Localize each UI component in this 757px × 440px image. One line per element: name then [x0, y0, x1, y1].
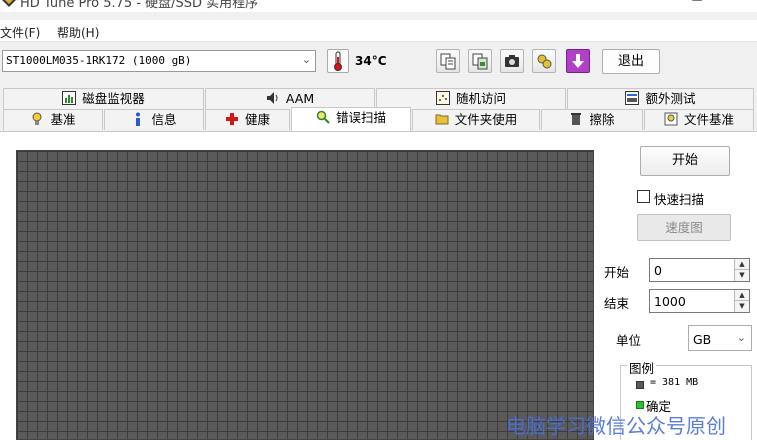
- copy-screenshot-icon[interactable]: [468, 49, 492, 73]
- tab-label: 错误扫描: [335, 110, 386, 125]
- tab-label: 文件夹使用: [454, 112, 518, 127]
- legend-title: 图例: [627, 358, 657, 377]
- drive-select-value: ST1000LM035-1RK172 (1000 gB): [6, 54, 192, 67]
- watermark-text: 电脑学习微信公众号原创: [506, 414, 726, 438]
- unit-label: 单位: [616, 333, 642, 348]
- thermometer-icon[interactable]: [327, 49, 349, 73]
- tab-info[interactable]: 信息: [104, 109, 204, 130]
- end-label: 结束: [604, 296, 630, 311]
- tab-extra-tests[interactable]: 额外测试: [567, 88, 754, 109]
- chevron-down-icon: ⌄: [736, 331, 746, 344]
- tab-label: 健康: [244, 112, 270, 127]
- close-button[interactable]: ✕: [717, 0, 757, 10]
- tab-disk-monitor[interactable]: 磁盘监视器: [3, 88, 204, 109]
- file-benchmark-icon: [664, 112, 678, 126]
- unit-select-value: GB: [693, 332, 712, 347]
- tab-error-scan[interactable]: 错误扫描: [291, 107, 411, 131]
- folder-usage-icon: [435, 114, 449, 125]
- tab-file-benchmark[interactable]: 文件基准: [644, 109, 754, 130]
- tab-label: 额外测试: [645, 91, 696, 106]
- start-position-field[interactable]: 0 ▲ ▼: [649, 258, 750, 282]
- tab-folder-usage[interactable]: 文件夹使用: [412, 109, 540, 130]
- random-access-icon: [435, 91, 450, 105]
- hdtune-app-icon: [2, 0, 16, 7]
- tab-benchmark[interactable]: 基准: [3, 109, 103, 130]
- end-position-value: 1000: [654, 294, 686, 309]
- legend-block-size: = 381 MB: [650, 377, 699, 388]
- speaker-icon: [266, 92, 278, 104]
- extra-tests-icon: [625, 91, 640, 105]
- tab-label: 基准: [50, 112, 76, 127]
- menu-bar: 文件(F) 帮助(H): [0, 20, 757, 42]
- maximize-button[interactable]: ☐: [674, 0, 720, 10]
- end-increment-button[interactable]: ▲: [735, 290, 749, 301]
- save-icon[interactable]: [566, 49, 590, 73]
- end-position-field[interactable]: 1000 ▲ ▼: [649, 289, 750, 313]
- start-label: 开始: [604, 265, 630, 280]
- start-scan-button[interactable]: 开始: [640, 146, 730, 176]
- start-position-value: 0: [654, 263, 662, 278]
- start-increment-button[interactable]: ▲: [735, 259, 749, 270]
- tab-random-access[interactable]: 随机访问: [376, 88, 566, 109]
- menu-file[interactable]: 文件(F): [0, 24, 40, 41]
- tab-label: 文件基准: [683, 112, 734, 127]
- tab-health[interactable]: 健康: [205, 109, 290, 130]
- benchmark-icon: [32, 112, 42, 125]
- tab-aam[interactable]: AAM: [205, 88, 375, 109]
- legend-block-swatch: [636, 381, 644, 389]
- end-decrement-button[interactable]: ▼: [735, 301, 749, 312]
- disk-monitor-icon: [62, 91, 77, 105]
- tab-label: 擦除: [589, 112, 615, 127]
- scan-block-map: [16, 150, 594, 440]
- tab-erase[interactable]: 擦除: [541, 109, 643, 130]
- temperature-readout: 34°C: [355, 54, 387, 68]
- quick-scan-checkbox[interactable]: [637, 190, 650, 203]
- tab-label: AAM: [285, 91, 315, 106]
- window-title: HD Tune Pro 5.75 - 硬盘/SSD 实用程序: [20, 0, 259, 11]
- tab-label: 磁盘监视器: [82, 91, 145, 106]
- copy-info-icon[interactable]: [436, 49, 460, 73]
- health-icon: [225, 113, 238, 125]
- legend-ok-swatch: [636, 401, 644, 409]
- unit-select[interactable]: GB ⌄: [688, 325, 752, 351]
- erase-icon: [571, 113, 582, 125]
- title-bar: HD Tune Pro 5.75 - 硬盘/SSD 实用程序 – ☐ ✕: [0, 0, 757, 12]
- menu-help[interactable]: 帮助(H): [57, 24, 99, 41]
- tab-label: 信息: [151, 112, 177, 127]
- start-decrement-button[interactable]: ▼: [735, 270, 749, 281]
- error-scan-icon: [316, 110, 330, 124]
- quick-scan-label: 快速扫描: [654, 192, 705, 207]
- speed-map-button[interactable]: 速度图: [637, 214, 731, 241]
- minimize-button[interactable]: –: [632, 0, 678, 10]
- drive-select[interactable]: ST1000LM035-1RK172 (1000 gB) ⌄: [2, 50, 316, 72]
- tab-label: 随机访问: [455, 91, 506, 106]
- toolbar: ST1000LM035-1RK172 (1000 gB) ⌄ 34°C 退出: [0, 44, 757, 80]
- chevron-down-icon: ⌄: [301, 53, 311, 66]
- camera-icon[interactable]: [500, 49, 524, 73]
- info-icon: [136, 112, 141, 126]
- options-icon[interactable]: [532, 49, 556, 73]
- exit-button[interactable]: 退出: [602, 49, 660, 74]
